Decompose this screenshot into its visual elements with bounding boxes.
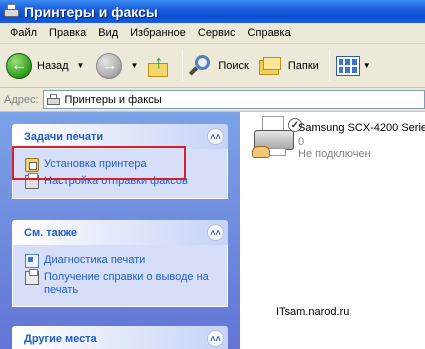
back-label: Назад <box>37 59 69 72</box>
menu-edit[interactable]: Правка <box>45 27 94 39</box>
menu-help[interactable]: Справка <box>244 27 299 39</box>
printer-name[interactable]: Samsung SCX-4200 Series <box>298 122 425 134</box>
address-value: Принтеры и факсы <box>64 93 162 106</box>
printer-jobs: 0 <box>298 136 305 148</box>
collapse-chevron-icon[interactable]: ˄˄ <box>207 128 224 145</box>
menu-favorites[interactable]: Избранное <box>126 27 194 39</box>
folder-up-icon: ↑ <box>146 53 172 79</box>
search-icon <box>189 54 213 78</box>
search-button[interactable]: Поиск <box>189 48 249 84</box>
folders-icon <box>258 55 283 77</box>
troubleshoot-icon <box>25 254 39 268</box>
menu-file[interactable]: Файл <box>6 27 45 39</box>
forward-dropdown-icon[interactable]: ▼ <box>130 61 138 70</box>
search-label: Поиск <box>218 59 249 72</box>
see-also-panel: См. также ˄˄ Диагностика печати Получени… <box>12 220 228 307</box>
up-button[interactable]: ↑ <box>146 48 172 84</box>
address-label: Адрес: <box>4 93 39 106</box>
print-troubleshoot-link[interactable]: Диагностика печати <box>25 254 219 268</box>
print-help-link[interactable]: Получение справки о выводе на печать <box>25 269 219 297</box>
forward-arrow-icon: → <box>96 52 123 79</box>
print-help-icon <box>25 269 39 285</box>
folders-button[interactable]: Папки <box>258 48 319 84</box>
address-field[interactable]: Принтеры и факсы <box>42 90 425 109</box>
printer-status: Не подключен <box>298 148 371 160</box>
collapse-chevron-icon[interactable]: ˄˄ <box>207 330 224 347</box>
collapse-chevron-icon[interactable]: ˄˄ <box>207 224 224 241</box>
toolbar-separator <box>182 50 184 81</box>
highlight-frame <box>12 146 186 180</box>
see-also-body: Диагностика печати Получение справки о в… <box>12 245 228 307</box>
printer-item[interactable]: ✓ <box>252 116 302 168</box>
other-places-panel: Другие места ˄˄ <box>12 326 228 349</box>
folders-label: Папки <box>287 59 319 72</box>
shared-hand-icon <box>252 146 270 158</box>
print-tasks-title: Задачи печати <box>24 130 104 143</box>
content-pane: ✓ Samsung SCX-4200 Series 0 Не подключен… <box>240 112 425 349</box>
see-also-header[interactable]: См. также ˄˄ <box>12 220 228 245</box>
back-arrow-icon: ← <box>6 52 32 79</box>
other-places-header[interactable]: Другие места ˄˄ <box>12 326 228 349</box>
printer-folder-icon <box>3 4 20 19</box>
back-button[interactable]: ← Назад ▼ <box>6 48 84 84</box>
printer-folder-icon <box>46 93 61 106</box>
toolbar-separator <box>328 50 330 81</box>
menu-view[interactable]: Вид <box>94 27 126 39</box>
other-places-title: Другие места <box>24 332 97 345</box>
window-title: Принтеры и факсы <box>24 3 158 20</box>
print-troubleshoot-label: Диагностика печати <box>44 254 146 266</box>
menu-bar: Файл Правка Вид Избранное Сервис Справка <box>0 23 425 44</box>
watermark-text: ITsam.narod.ru <box>276 306 350 318</box>
menu-tools[interactable]: Сервис <box>194 27 244 39</box>
see-also-title: См. также <box>24 226 77 239</box>
back-dropdown-icon[interactable]: ▼ <box>77 61 85 70</box>
title-bar: Принтеры и факсы <box>0 0 425 23</box>
toolbar: ← Назад ▼ → ▼ ↑ Поиск Папки ▼ <box>0 44 425 88</box>
views-button[interactable]: ▼ <box>335 48 371 84</box>
views-icon <box>335 55 360 76</box>
views-dropdown-icon[interactable]: ▼ <box>363 61 371 70</box>
forward-button[interactable]: → ▼ <box>96 48 138 84</box>
address-bar: Адрес: Принтеры и факсы <box>0 88 425 112</box>
print-help-label: Получение справки о выводе на печать <box>44 271 209 296</box>
